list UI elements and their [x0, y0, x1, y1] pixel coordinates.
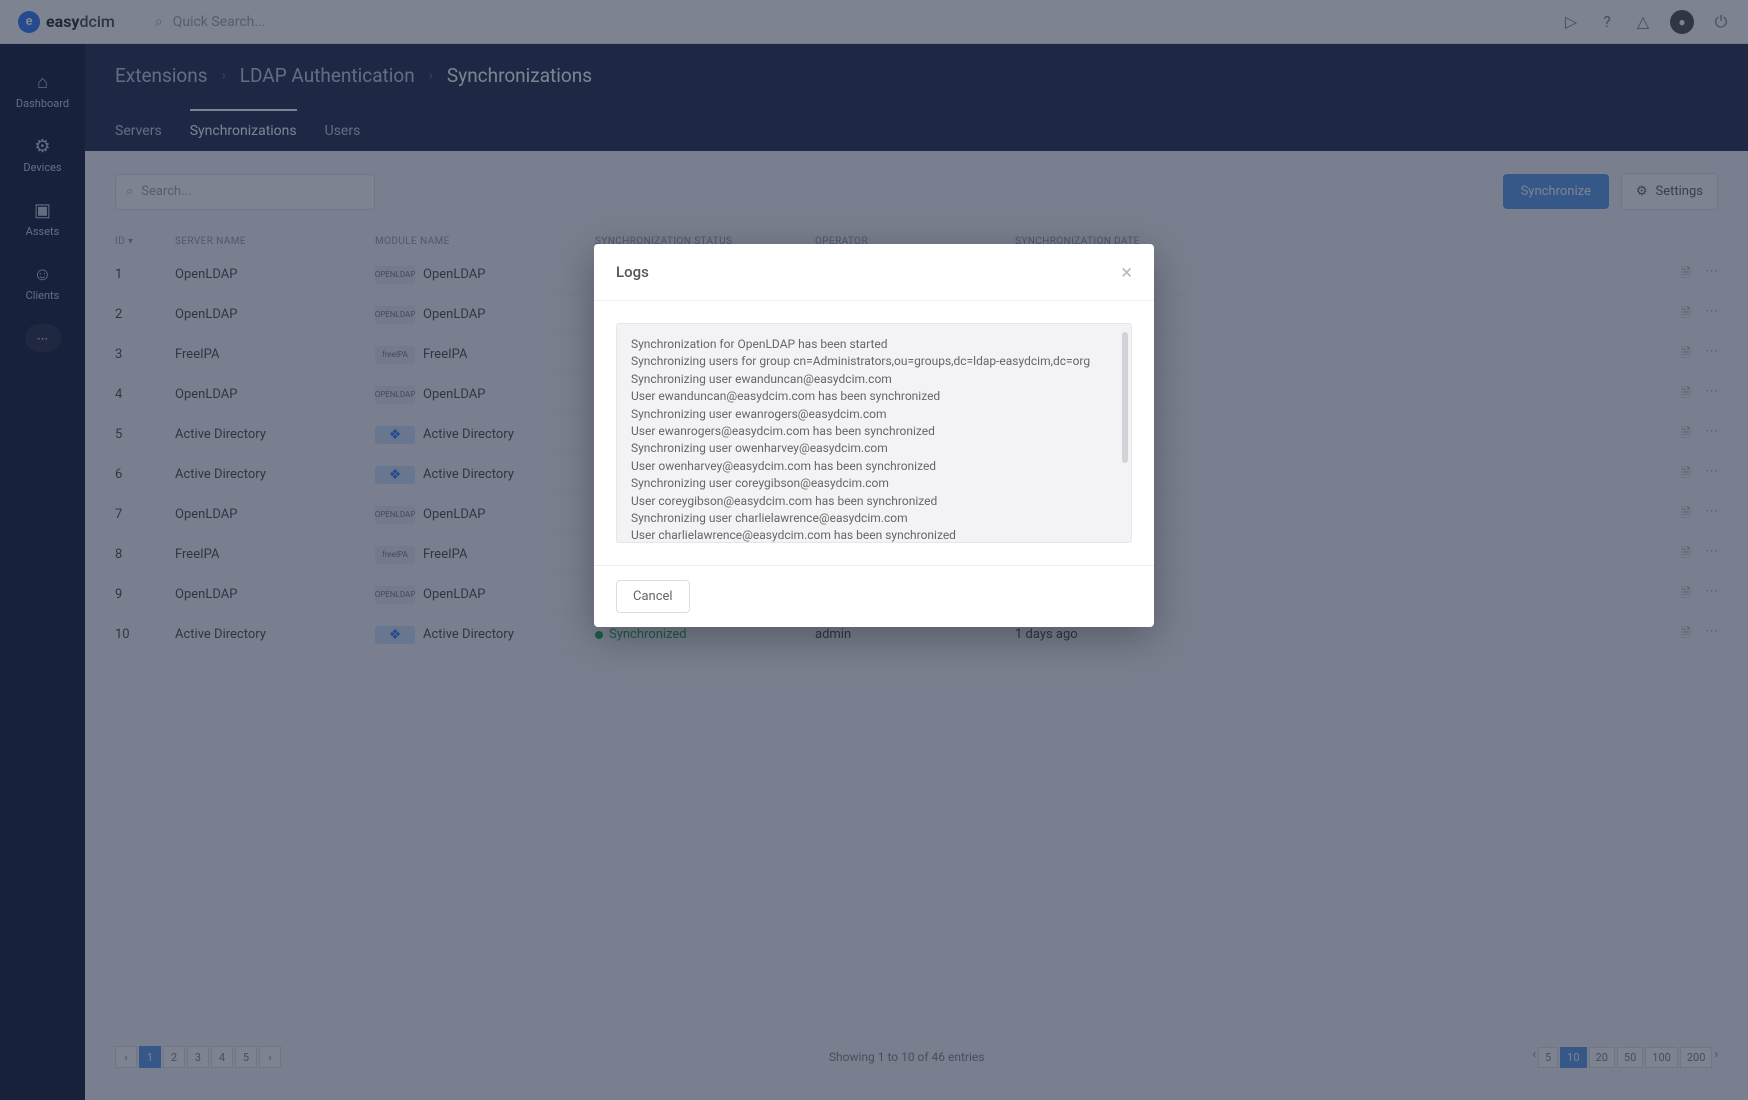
- cancel-button[interactable]: Cancel: [616, 580, 690, 613]
- modal-overlay[interactable]: Logs × Synchronization for OpenLDAP has …: [0, 0, 1748, 1100]
- modal-title: Logs: [616, 263, 649, 281]
- log-output[interactable]: Synchronization for OpenLDAP has been st…: [616, 323, 1132, 543]
- close-icon[interactable]: ×: [1121, 260, 1132, 284]
- logs-modal: Logs × Synchronization for OpenLDAP has …: [594, 244, 1154, 627]
